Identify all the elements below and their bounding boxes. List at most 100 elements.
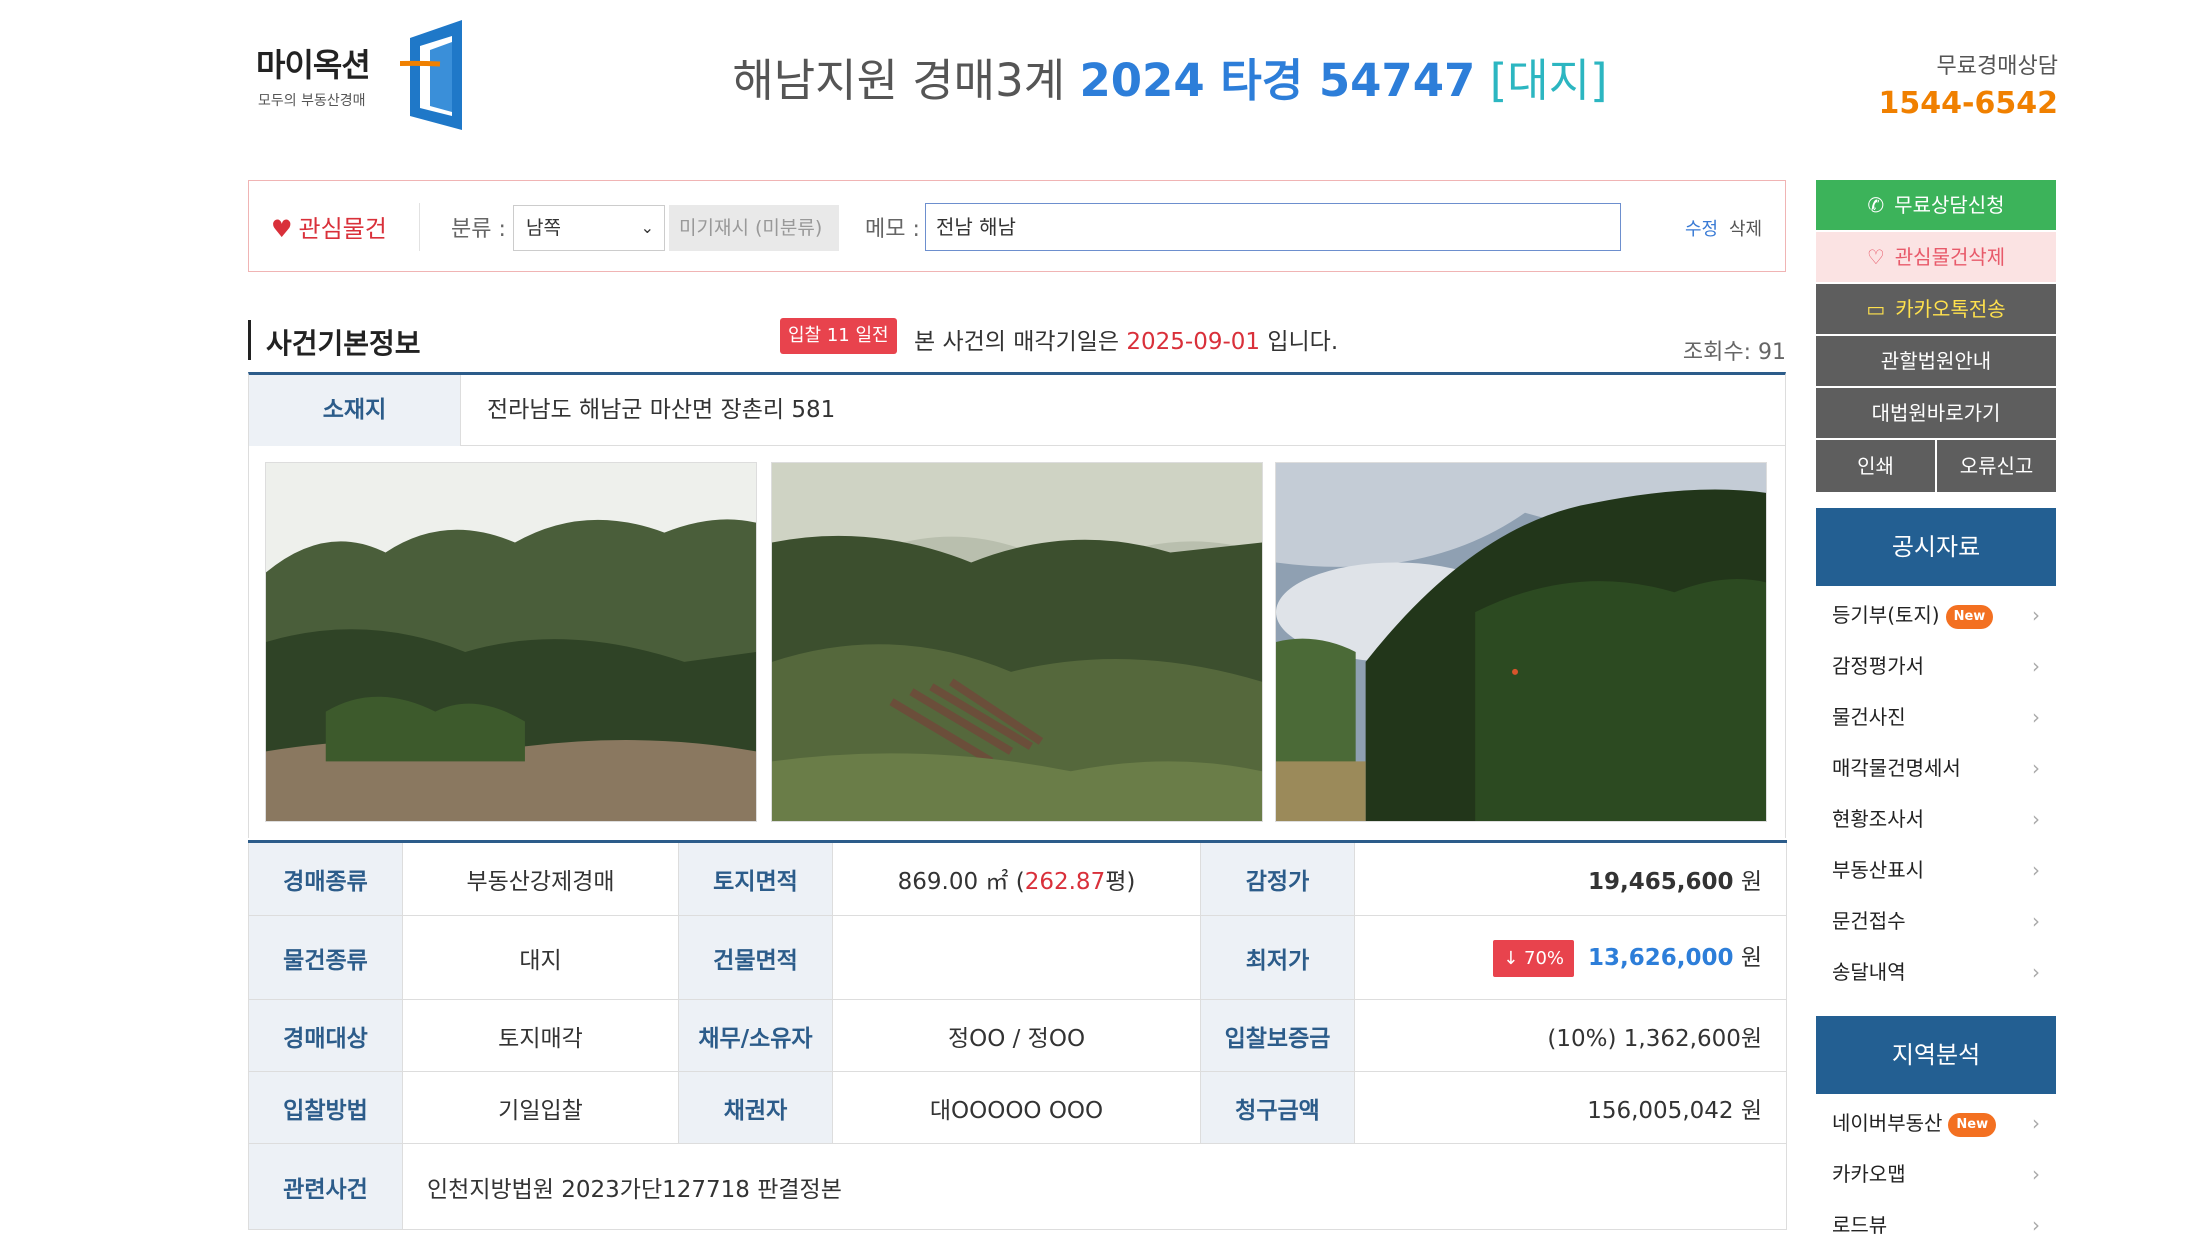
view-count: 조회수: 91 — [1682, 340, 1786, 365]
memo-edit-link[interactable]: 수정 — [1685, 215, 1718, 241]
chevron-right-icon: › — [2032, 807, 2040, 831]
logo-mark-icon — [400, 20, 462, 130]
sidebar-item-road-view[interactable]: 로드뷰 › — [1816, 1200, 2056, 1234]
property-photo-1[interactable] — [265, 462, 757, 822]
title-court: 해남지원 경매3계 — [732, 54, 1066, 107]
phone-icon: ✆ — [1867, 193, 1885, 217]
uncategorized-field[interactable]: 미기재시 (미분류) — [669, 205, 839, 251]
court-info-button[interactable]: 관할법원안내 — [1816, 336, 2056, 386]
photo-gallery — [248, 446, 1786, 838]
location-label: 소재지 — [249, 375, 461, 446]
chevron-right-icon: › — [2032, 1213, 2040, 1234]
supreme-court-button[interactable]: 대법원바로가기 — [1816, 388, 2056, 438]
chevron-right-icon: › — [2032, 756, 2040, 780]
consult-phone[interactable]: 1544-6542 — [1879, 86, 2058, 121]
memo-input[interactable]: 전남 해남 — [925, 203, 1621, 251]
title-property-kind: [대지] — [1489, 54, 1608, 107]
sidebar-item-label: 송달내역 — [1832, 960, 1906, 984]
location-value: 전라남도 해남군 마산면 장촌리 581 — [487, 397, 836, 423]
min-price-amount: 13,626,000 — [1588, 945, 1734, 971]
table-row: 경매대상 토지매각 채무/소유자 정OO / 정OO 입찰보증금 (10%) 1… — [248, 999, 1787, 1072]
deposit-label: 입찰보증금 — [1200, 999, 1355, 1072]
sidebar-item-sale-spec[interactable]: 매각물건명세서 › — [1816, 743, 2056, 794]
creditor-label: 채권자 — [678, 1071, 833, 1144]
kakao-send-label: 카카오톡전송 — [1895, 297, 2006, 321]
sidebar-item-naver-realestate[interactable]: 네이버부동산 New › — [1816, 1098, 2056, 1149]
sidebar-item-registry[interactable]: 등기부(토지) New › — [1816, 590, 2056, 641]
bid-text-pre: 본 사건의 매각기일은 — [914, 329, 1120, 355]
debtor-label: 채무/소유자 — [678, 999, 833, 1072]
land-area-value: 869.00 ㎡ (262.87평) — [832, 841, 1201, 916]
sidebar-item-label: 문건접수 — [1832, 909, 1906, 933]
sidebar-item-label: 카카오맵 — [1832, 1162, 1906, 1186]
min-price-value: ↓ 70% 13,626,000 원 — [1354, 915, 1787, 1000]
table-row: 경매종류 부동산강제경매 토지면적 869.00 ㎡ (262.87평) 감정가… — [248, 841, 1787, 916]
kakao-send-button[interactable]: ▭ 카카오톡전송 — [1816, 284, 2056, 334]
chevron-right-icon: › — [2032, 858, 2040, 882]
related-case-label: 관련사건 — [248, 1143, 403, 1230]
sidebar-item-photos[interactable]: 물건사진 › — [1816, 692, 2056, 743]
sidebar-item-label: 물건사진 — [1832, 705, 1906, 729]
memo-delete-link[interactable]: 삭제 — [1729, 215, 1762, 241]
sidebar-item-appraisal[interactable]: 감정평가서 › — [1816, 641, 2056, 692]
sidebar-item-status-report[interactable]: 현황조사서 › — [1816, 794, 2056, 845]
sidebar-item-document-receipt[interactable]: 문건접수 › — [1816, 896, 2056, 947]
logo-subtitle: 모두의 부동산경매 — [258, 93, 366, 109]
case-info-table: 경매종류 부동산강제경매 토지면적 869.00 ㎡ (262.87평) 감정가… — [248, 840, 1787, 1230]
public-docs-list: 등기부(토지) New › 감정평가서 › 물건사진 › 매각물건명세서 › 현황조사서 ›… — [1816, 590, 2056, 998]
appraisal-label: 감정가 — [1200, 841, 1355, 916]
favorite-button[interactable]: ♥ 관심물건 — [271, 209, 387, 244]
new-badge: New — [1945, 604, 1994, 629]
building-area-label: 건물면적 — [678, 915, 833, 1000]
sidebar-item-label: 부동산표시 — [1832, 858, 1924, 882]
deposit-value: (10%) 1,362,600원 — [1354, 999, 1787, 1072]
chevron-right-icon: › — [2032, 960, 2040, 984]
property-photo-3[interactable] — [1275, 462, 1767, 822]
land-area-pyeong: 262.87 — [1024, 869, 1106, 895]
consult-request-label: 무료상담신청 — [1894, 193, 2005, 217]
auction-type-label: 경매종류 — [248, 841, 403, 916]
page-title: 해남지원 경매3계 2024 타경 54747 [대지] — [640, 44, 1700, 109]
creditor-value: 대OOOOO OOO — [832, 1071, 1201, 1144]
print-button[interactable]: 인쇄 — [1816, 440, 1935, 492]
category-value: 남쪽 — [526, 217, 561, 239]
bid-dday-badge: 입찰 11 일전 — [780, 318, 897, 354]
chevron-right-icon: › — [2032, 909, 2040, 933]
free-consult[interactable]: 무료경매상담 1544-6542 — [1879, 48, 2058, 121]
item-type-label: 물건종류 — [248, 915, 403, 1000]
chevron-right-icon: › — [2032, 705, 2040, 729]
chevron-right-icon: › — [2032, 1111, 2040, 1135]
new-badge: New — [1948, 1112, 1997, 1137]
claim-value: 156,005,042 원 — [1354, 1071, 1787, 1144]
sidebar-item-label: 로드뷰 — [1832, 1213, 1888, 1234]
table-row: 관련사건 인천지방법원 2023가단127718 판결정본 — [248, 1143, 1787, 1230]
currency-unit: 원 — [1740, 945, 1762, 971]
chat-bubble-icon: ▭ — [1866, 297, 1886, 321]
chevron-right-icon: › — [2032, 603, 2040, 627]
related-case-value: 인천지방법원 2023가단127718 판결정본 — [402, 1143, 1787, 1230]
price-drop-badge: ↓ 70% — [1493, 940, 1574, 977]
public-docs-header: 공시자료 — [1816, 508, 2056, 586]
report-error-button[interactable]: 오류신고 — [1937, 440, 2056, 492]
bid-text-post: 입니다. — [1267, 329, 1339, 355]
consult-request-button[interactable]: ✆ 무료상담신청 — [1816, 180, 2056, 230]
sidebar-item-delivery[interactable]: 송달내역 › — [1816, 947, 2056, 998]
divider — [419, 203, 420, 251]
sidebar-item-property-display[interactable]: 부동산표시 › — [1816, 845, 2056, 896]
item-type-value: 대지 — [402, 915, 679, 1000]
region-analysis-header: 지역분석 — [1816, 1016, 2056, 1094]
sidebar-item-kakao-map[interactable]: 카카오맵 › — [1816, 1149, 2056, 1200]
title-case-number: 2024 타경 54747 — [1079, 54, 1476, 107]
memo-bar: ♥ 관심물건 분류 : 남쪽 ⌄ 미기재시 (미분류) 메모 : 전남 해남 수정… — [248, 180, 1786, 272]
target-label: 경매대상 — [248, 999, 403, 1072]
site-logo[interactable]: 마이옥션 모두의 부동산경매 — [252, 20, 472, 132]
property-photo-2[interactable] — [771, 462, 1263, 822]
sidebar-item-label: 매각물건명세서 — [1832, 756, 1961, 780]
favorite-delete-label: 관심물건삭제 — [1894, 245, 2006, 269]
chevron-right-icon: › — [2032, 1162, 2040, 1186]
land-area-label: 토지면적 — [678, 841, 833, 916]
category-select[interactable]: 남쪽 ⌄ — [513, 205, 665, 251]
favorite-delete-button[interactable]: ♡ 관심물건삭제 — [1816, 232, 2056, 282]
target-value: 토지매각 — [402, 999, 679, 1072]
heart-icon: ♥ — [271, 215, 293, 243]
